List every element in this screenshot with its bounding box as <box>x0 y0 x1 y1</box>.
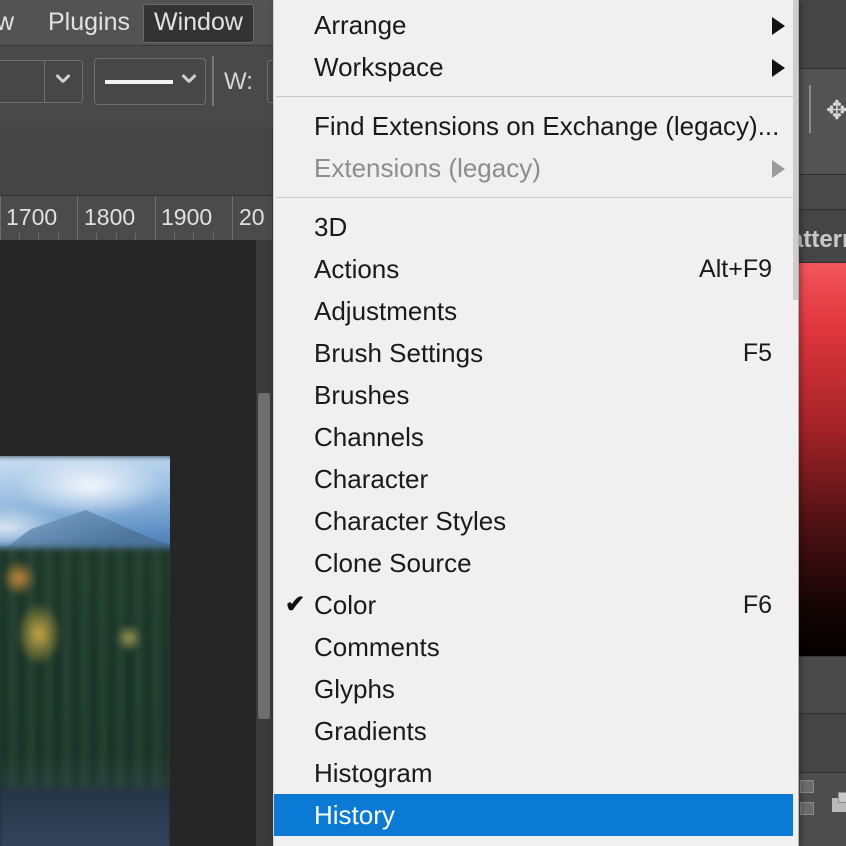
menu-item-label: Info <box>314 836 357 846</box>
menu-item-label: Arrange <box>314 10 407 40</box>
menu-item-label: Channels <box>314 422 424 452</box>
menu-item-label: Comments <box>314 632 440 662</box>
menu-item-3d[interactable]: 3D <box>274 206 798 248</box>
menu-item-history[interactable]: History <box>274 794 798 836</box>
dock-footer-row-2 <box>798 714 846 773</box>
fill-swatch[interactable] <box>0 60 45 103</box>
menu-item-clone-source[interactable]: Clone Source <box>274 542 798 584</box>
menu-item-label: Find Extensions on Exchange (legacy)... <box>314 111 780 141</box>
dock-separator <box>809 85 811 133</box>
stroke-style-dropdown[interactable] <box>94 58 206 105</box>
menu-item-find-extensions-on-exchange-legacy[interactable]: Find Extensions on Exchange (legacy)... <box>274 105 798 147</box>
ruler-label-1700: 1700 <box>6 204 58 230</box>
menu-item-brush-settings[interactable]: Brush Settings F5 <box>274 332 798 374</box>
document-image <box>0 456 170 846</box>
menubar-item-plugins[interactable]: Plugins <box>38 4 140 41</box>
width-label: W: <box>224 68 253 95</box>
menu-item-actions[interactable]: Actions Alt+F9 <box>274 248 798 290</box>
ruler-label-1900: 1900 <box>161 204 213 230</box>
menu-item-character[interactable]: Character <box>274 458 798 500</box>
dock-edge-markers <box>800 780 814 836</box>
menubar-item-view[interactable]: w <box>0 4 24 41</box>
options-divider <box>212 56 214 106</box>
puzzle-piece-icon[interactable]: ✥ <box>826 95 846 126</box>
menu-item-shortcut: F6 <box>742 591 772 619</box>
menu-item-label: Actions <box>314 254 400 284</box>
menu-item-label: Histogram <box>314 758 433 788</box>
menu-item-glyphs[interactable]: Glyphs <box>274 668 798 710</box>
menu-item-label: 3D <box>314 212 348 242</box>
menu-item-histogram[interactable]: Histogram <box>274 752 798 794</box>
image-haze <box>0 749 170 846</box>
window-dropdown-menu: Arrange Workspace Find Extensions on Excha… <box>273 0 799 846</box>
canvas-scrollbar-thumb[interactable] <box>258 393 270 719</box>
menu-item-comments[interactable]: Comments <box>274 626 798 668</box>
submenu-arrow-icon <box>772 59 785 77</box>
menu-item-gradients[interactable]: Gradients <box>274 710 798 752</box>
menubar-item-window[interactable]: Window <box>143 4 254 43</box>
new-layer-icon[interactable] <box>826 792 846 812</box>
dock-tab-bar[interactable] <box>798 0 846 69</box>
menu-item-shortcut: F5 <box>742 339 772 367</box>
menu-item-label: Extensions (legacy) <box>314 153 541 183</box>
image-autumn-foliage <box>2 560 36 596</box>
canvas-document[interactable] <box>0 240 256 846</box>
chevron-down-icon <box>181 73 197 89</box>
chevron-down-icon <box>55 73 71 89</box>
ruler-label-2000: 20 <box>239 204 265 230</box>
submenu-arrow-icon <box>772 160 785 178</box>
menu-scrollbar[interactable] <box>793 0 798 846</box>
menu-item-label: Character Styles <box>314 506 507 536</box>
color-ramp[interactable] <box>798 263 846 656</box>
image-yellow-tree <box>18 604 60 664</box>
canvas-area: 1700 1800 1900 20 <box>0 127 272 846</box>
menu-item-adjustments[interactable]: Adjustments <box>274 290 798 332</box>
menu-item-character-styles[interactable]: Character Styles <box>274 500 798 542</box>
submenu-arrow-icon <box>772 17 785 35</box>
horizontal-ruler: 1700 1800 1900 20 <box>0 195 272 242</box>
menu-item-label: Brushes <box>314 380 410 410</box>
menu-item-label: Adjustments <box>314 296 458 326</box>
image-yellow-tree-2 <box>116 624 142 652</box>
menu-item-info[interactable]: Info F8 <box>274 836 798 846</box>
dock-icon-row: ✥ <box>798 69 846 175</box>
photoshop-window: w Plugins Window W: ⁙ <box>0 0 846 846</box>
menu-separator <box>276 197 796 198</box>
menu-scrollbar-thumb[interactable] <box>793 0 798 300</box>
menu-item-label: History <box>314 800 395 830</box>
menu-item-label: Brush Settings <box>314 338 484 368</box>
menu-item-extensions-legacy: Extensions (legacy) <box>274 147 798 189</box>
menu-item-brushes[interactable]: Brushes <box>274 374 798 416</box>
menu-item-shortcut: Alt+F9 <box>699 255 772 283</box>
right-dock: ✥ atterns <box>790 0 846 846</box>
menu-item-label: Workspace <box>314 52 444 82</box>
dock-spacer-row <box>798 175 846 210</box>
stroke-preview-line <box>105 80 173 84</box>
menu-item-color[interactable]: ✔ Color F6 <box>274 584 798 626</box>
checkmark-icon: ✔ <box>285 591 306 618</box>
menu-item-label: Character <box>314 464 429 494</box>
menu-item-label: Color <box>314 590 377 620</box>
menu-item-label: Glyphs <box>314 674 395 704</box>
menu-item-label: Clone Source <box>314 548 472 578</box>
menu-item-channels[interactable]: Channels <box>274 416 798 458</box>
menu-item-label: Gradients <box>314 716 427 746</box>
menu-item-arrange[interactable]: Arrange <box>274 4 798 46</box>
menu-item-shortcut: F8 <box>743 836 772 846</box>
panel-tab-patterns[interactable]: atterns <box>790 210 846 263</box>
menu-separator <box>276 96 796 97</box>
ruler-label-1800: 1800 <box>84 204 136 230</box>
menu-item-workspace[interactable]: Workspace <box>274 46 798 88</box>
dock-footer-row-1 <box>798 657 846 714</box>
fill-dropdown[interactable] <box>44 60 83 103</box>
